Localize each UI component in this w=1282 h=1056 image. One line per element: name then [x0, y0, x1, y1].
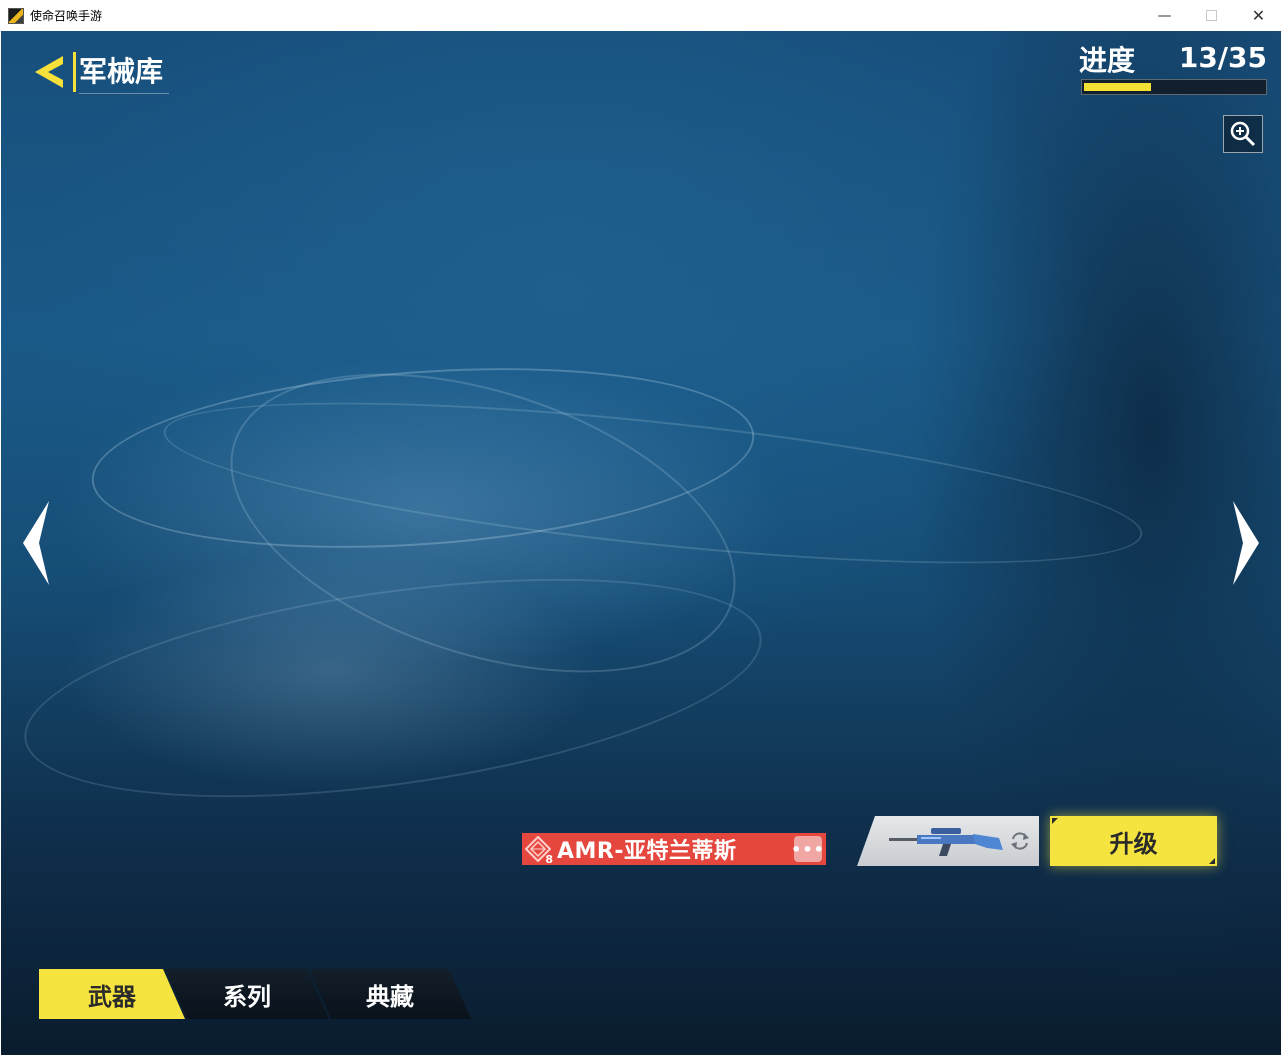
background-wave	[85, 348, 761, 568]
maximize-icon	[1206, 10, 1217, 21]
progress-count: 13/35	[1178, 41, 1267, 74]
swap-arrows-icon	[1011, 832, 1029, 850]
page-title: 军械库	[79, 51, 169, 94]
close-button[interactable]: ✕	[1235, 0, 1282, 31]
header-divider	[73, 52, 76, 92]
back-button[interactable]	[31, 53, 69, 91]
back-chevron-icon	[35, 56, 63, 88]
weapon-swap-button[interactable]	[857, 816, 1039, 866]
background-wave	[193, 316, 773, 730]
game-viewport: 军械库 进度 13/35 8 AMR-亚特兰蒂斯 ••• 升级 武器 系列 典藏	[1, 31, 1281, 1055]
more-options-button[interactable]: •••	[791, 836, 824, 862]
app-icon	[8, 7, 24, 24]
maximize-button[interactable]	[1188, 0, 1235, 31]
upgrade-label: 升级	[1109, 829, 1158, 858]
rarity-badge: 8	[524, 835, 553, 866]
tab-collection[interactable]: 典藏	[309, 969, 471, 1019]
next-weapon-arrow-icon[interactable]	[1229, 499, 1263, 587]
background-wave	[157, 369, 1149, 597]
zoom-in-icon	[1230, 121, 1256, 147]
category-tabs: 武器 系列 典藏	[39, 969, 471, 1019]
progress-bar	[1081, 79, 1267, 95]
previous-weapon-arrow-icon[interactable]	[19, 499, 53, 587]
rarity-level: 8	[545, 853, 553, 866]
sniper-rifle-icon	[889, 828, 1003, 856]
progress-fill	[1084, 83, 1151, 91]
button-corner-mark	[1052, 818, 1058, 824]
zoom-button[interactable]	[1223, 115, 1263, 153]
minimize-button[interactable]: —	[1141, 0, 1188, 31]
background-wave	[11, 540, 775, 836]
window-titlebar: 使命召唤手游 — ✕	[0, 0, 1282, 32]
window-controls: — ✕	[1141, 0, 1282, 31]
weapon-name: AMR-亚特兰蒂斯	[557, 839, 737, 864]
weapon-name-tag[interactable]: 8 AMR-亚特兰蒂斯 •••	[522, 833, 826, 866]
tab-series[interactable]: 系列	[165, 969, 329, 1019]
window-title: 使命召唤手游	[30, 9, 103, 23]
progress-label: 进度	[1079, 44, 1136, 77]
button-corner-mark	[1209, 858, 1215, 864]
tab-weapons[interactable]: 武器	[39, 969, 185, 1019]
upgrade-button[interactable]: 升级	[1050, 816, 1217, 866]
